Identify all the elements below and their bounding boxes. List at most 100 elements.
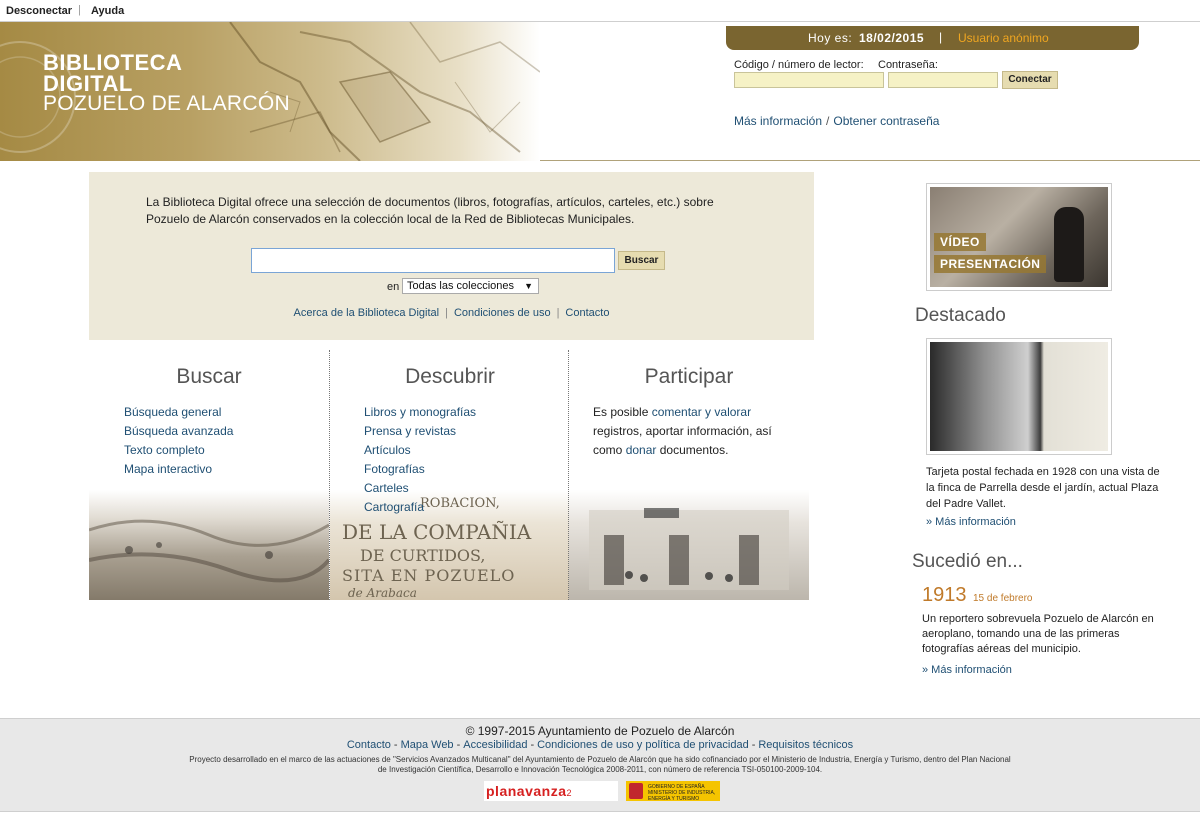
footer-terms-link[interactable]: Condiciones de uso y política de privaci…	[537, 739, 749, 751]
donate-link[interactable]: donar	[626, 443, 657, 457]
plan-avanza-logo-text: planavanza	[486, 783, 567, 799]
document-photo-text: DE CURTIDOS,	[360, 546, 486, 565]
current-date: 18/02/2015	[859, 31, 925, 45]
featured-description: Tarjeta postal fechada en 1928 con una v…	[926, 466, 1160, 510]
today-label: Hoy es:	[808, 31, 853, 45]
topbar-separator: |	[78, 4, 81, 16]
ministry-label: MINISTERIO DE INDUSTRIA, ENERGÍA Y TURIS…	[648, 790, 716, 802]
presentation-tag: PRESENTACIÓN	[934, 255, 1047, 273]
happened-year: 1913	[922, 584, 967, 606]
featured-more-info-link[interactable]: » Más información	[926, 516, 1016, 528]
login-links-separator: /	[826, 114, 830, 128]
logout-link[interactable]: Desconectar	[6, 5, 72, 17]
datebar-separator: |	[939, 30, 943, 44]
column-participar: Participar Es posible comentar y valorar…	[568, 350, 809, 600]
copyright: © 1997-2015 Ayuntamiento de Pozuelo de A…	[465, 724, 735, 738]
reader-code-input[interactable]	[734, 72, 884, 88]
intro-link-separator: |	[556, 307, 560, 319]
participar-text-end: documentos.	[656, 443, 729, 457]
articles-link[interactable]: Artículos	[364, 443, 411, 457]
terms-link[interactable]: Condiciones de uso	[454, 307, 551, 319]
site-header: BIBLIOTECA DIGITAL POZUELO DE ALARCÓN Ho…	[0, 22, 1200, 161]
collection-selected-value: Todas las colecciones	[407, 280, 515, 292]
interactive-map-link[interactable]: Mapa interactivo	[124, 462, 212, 476]
chevron-down-icon: ▼	[524, 281, 533, 291]
presentation-video[interactable]: VÍDEO PRESENTACIÓN	[926, 183, 1112, 291]
press-link[interactable]: Prensa y revistas	[364, 424, 456, 438]
document-photo-text: de Arabaca	[348, 586, 417, 600]
contact-link[interactable]: Contacto	[565, 307, 609, 319]
cartography-link[interactable]: Cartografía	[364, 500, 424, 514]
plan-avanza-logo[interactable]: planavanza2	[484, 781, 618, 801]
site-footer: © 1997-2015 Ayuntamiento de Pozuelo de A…	[0, 718, 1200, 812]
footer-contact-link[interactable]: Contacto	[347, 739, 391, 751]
video-tag: VÍDEO	[934, 233, 986, 251]
featured-title: Destacado	[915, 305, 1006, 326]
footer-sitemap-link[interactable]: Mapa Web	[401, 739, 454, 751]
password-input[interactable]	[888, 72, 998, 88]
full-text-link[interactable]: Texto completo	[124, 443, 205, 457]
participar-text: Es posible comentar y valorar registros,…	[593, 403, 783, 460]
descubrir-list: Libros y monografías Prensa y revistas A…	[364, 403, 476, 517]
happened-title: Sucedió en...	[912, 551, 1023, 572]
station-photo-graphic	[589, 508, 789, 590]
video-thumbnail: VÍDEO PRESENTACIÓN	[930, 187, 1108, 287]
posters-link[interactable]: Carteles	[364, 481, 409, 495]
reader-code-label: Código / número de lector:	[734, 59, 864, 71]
intro-link-separator: |	[445, 307, 448, 319]
featured-photo[interactable]	[926, 338, 1112, 455]
happened-more-info-link[interactable]: » Más información	[922, 664, 1012, 676]
password-label: Contraseña:	[878, 59, 938, 71]
participar-title: Participar	[644, 365, 734, 388]
document-photo-text: DE LA COMPAÑIA	[342, 520, 532, 544]
river-photo-graphic	[88, 519, 331, 583]
search-input[interactable]	[251, 248, 615, 273]
about-link[interactable]: Acerca de la Biblioteca Digital	[294, 307, 440, 319]
footer-accessibility-link[interactable]: Accesibilidad	[463, 739, 527, 751]
login-links: Más información / Obtener contraseña	[734, 114, 939, 128]
banner-logo[interactable]: BIBLIOTECA DIGITAL POZUELO DE ALARCÓN	[0, 22, 540, 161]
plan-avanza-logo-suffix: 2	[566, 788, 572, 798]
logo-line-biblioteca: BIBLIOTECA	[43, 50, 183, 75]
intro-text: La Biblioteca Digital ofrece una selecci…	[146, 195, 714, 226]
photos-link[interactable]: Fotografías	[364, 462, 425, 476]
river-photo	[88, 490, 331, 600]
descubrir-title: Descubrir	[405, 365, 495, 388]
connect-button[interactable]: Conectar	[1002, 71, 1058, 89]
coat-of-arms-icon	[629, 783, 643, 799]
logo-line-pozuelo: POZUELO DE ALARCÓN	[43, 92, 290, 115]
intro-links: Acerca de la Biblioteca Digital | Condicio…	[89, 307, 814, 319]
postcard-image	[930, 342, 1108, 451]
column-descubrir: ROBACION, DE LA COMPAÑIA DE CURTIDOS, SI…	[329, 350, 570, 600]
column-buscar: Buscar Búsqueda general Búsqueda avanzad…	[88, 350, 331, 600]
collection-select[interactable]: Todas las colecciones ▼	[402, 278, 539, 294]
project-statement: Proyecto desarrollado en el marco de las…	[189, 755, 1011, 774]
footer-link-separator: -	[751, 739, 756, 751]
collection-in-label: en	[387, 281, 400, 293]
comment-rate-link[interactable]: comentar y valorar	[652, 405, 751, 419]
advanced-search-link[interactable]: Búsqueda avanzada	[124, 424, 233, 438]
footer-links: Contacto - Mapa Web - Accesibilidad - Condicio…	[0, 739, 1200, 751]
get-password-link[interactable]: Obtener contraseña	[833, 114, 939, 128]
happened-date: 15 de febrero	[973, 593, 1033, 604]
participar-text-start: Es posible	[593, 405, 652, 419]
user-status: Usuario anónimo	[958, 31, 1049, 45]
buscar-list: Búsqueda general Búsqueda avanzada Texto…	[124, 403, 233, 479]
buscar-title: Buscar	[176, 365, 242, 388]
footer-link-separator: -	[393, 739, 398, 751]
search-button[interactable]: Buscar	[618, 251, 665, 270]
footer-link-separator: -	[456, 739, 461, 751]
document-photo-text: SITA EN POZUELO	[342, 566, 516, 585]
help-link[interactable]: Ayuda	[91, 5, 124, 17]
happened-description: Un reportero sobrevuela Pozuelo de Alarc…	[922, 613, 1154, 655]
logo-line-digital: DIGITAL	[43, 71, 133, 96]
date-bar: Hoy es: 18/02/2015 | Usuario anónimo	[726, 26, 1139, 50]
top-bar: Desconectar | Ayuda	[0, 0, 1200, 22]
general-search-link[interactable]: Búsqueda general	[124, 405, 221, 419]
government-logo[interactable]: GOBIERNO DE ESPAÑA MINISTERIO DE INDUSTR…	[626, 781, 720, 802]
footer-requirements-link[interactable]: Requisitos técnicos	[758, 739, 853, 751]
station-photo	[569, 490, 809, 600]
books-link[interactable]: Libros y monografías	[364, 405, 476, 419]
footer-link-separator: -	[530, 739, 535, 751]
more-info-link[interactable]: Más información	[734, 114, 822, 128]
